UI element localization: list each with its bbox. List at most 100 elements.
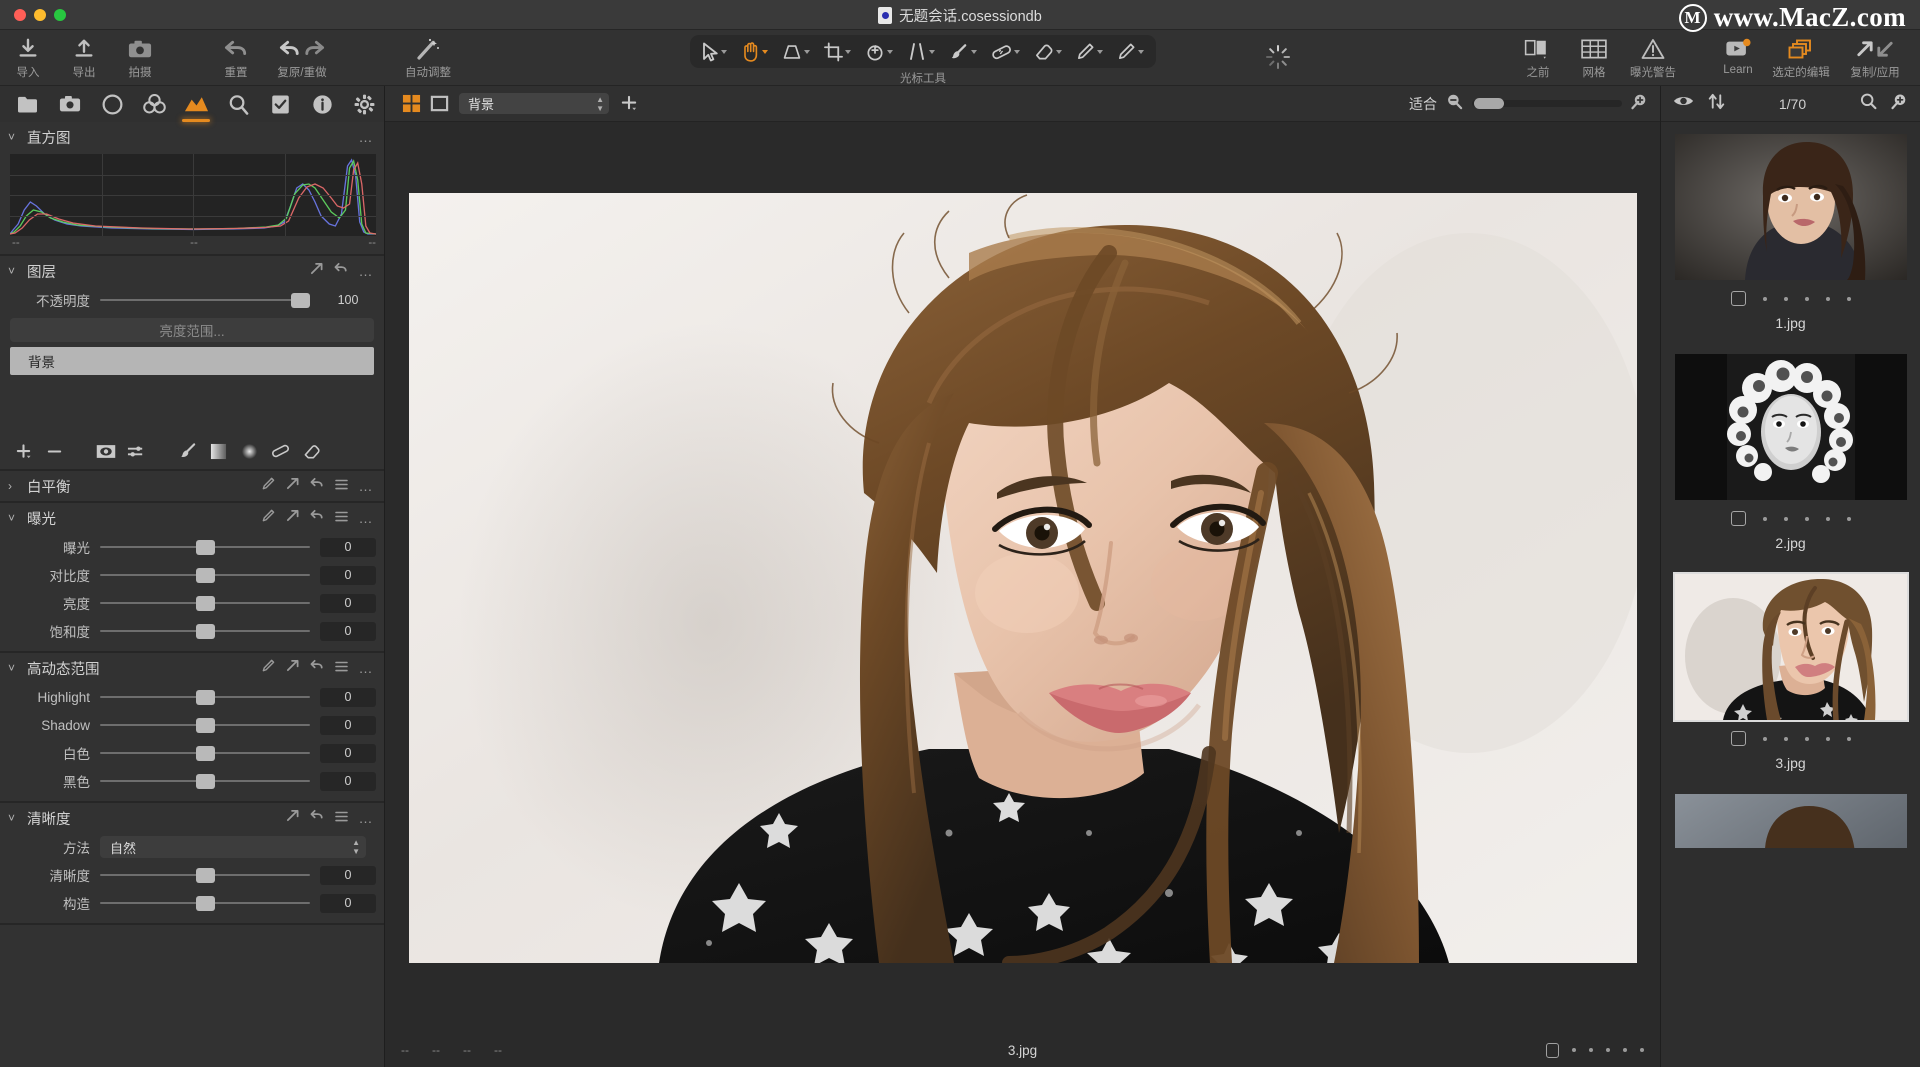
rating-star[interactable] bbox=[1846, 296, 1851, 301]
sort-updown-icon[interactable] bbox=[1708, 93, 1725, 115]
capture-button[interactable]: 拍摄 bbox=[112, 30, 168, 86]
slider-value[interactable]: 0 bbox=[320, 565, 376, 585]
lens-tab[interactable] bbox=[92, 87, 132, 121]
list-item[interactable]: 3.jpg bbox=[1661, 568, 1920, 788]
chevron-down-icon[interactable]: ˅ bbox=[8, 662, 20, 674]
list-item[interactable]: 2.jpg bbox=[1661, 348, 1920, 568]
slider-value[interactable]: 0 bbox=[320, 537, 376, 557]
rating-star[interactable] bbox=[1804, 296, 1809, 301]
more-dots-icon[interactable]: … bbox=[359, 479, 375, 493]
heal-layer-icon[interactable] bbox=[267, 437, 294, 465]
rating-star[interactable] bbox=[1825, 736, 1830, 741]
variant-select[interactable]: 背景 ▲ ▼ bbox=[459, 93, 609, 114]
add-variant-icon[interactable] bbox=[615, 90, 643, 118]
viewer-rating-group[interactable] bbox=[1546, 1042, 1644, 1058]
clarity-method-select[interactable]: 自然 ▲ ▼ bbox=[100, 836, 366, 858]
saturation-slider[interactable] bbox=[100, 621, 310, 641]
grid-button[interactable]: 网格 bbox=[1566, 30, 1622, 86]
cursor-tool-draw[interactable] bbox=[1110, 37, 1151, 67]
chevron-down-icon[interactable] bbox=[1014, 49, 1020, 54]
invert-mask-icon[interactable] bbox=[123, 437, 150, 465]
rating-star[interactable] bbox=[1572, 1048, 1576, 1052]
rating-star[interactable] bbox=[1846, 736, 1851, 741]
rating-star[interactable] bbox=[1804, 736, 1809, 741]
slider-value[interactable]: 0 bbox=[320, 893, 376, 913]
undo-arrow-icon[interactable] bbox=[310, 477, 324, 495]
image-viewer[interactable] bbox=[385, 122, 1660, 1033]
rating-star[interactable] bbox=[1825, 516, 1830, 521]
learn-button[interactable]: Learn bbox=[1712, 30, 1764, 86]
black-slider[interactable] bbox=[100, 771, 310, 791]
details-tab[interactable] bbox=[218, 87, 258, 121]
chevron-down-icon[interactable] bbox=[845, 49, 851, 54]
cursor-tool-crop[interactable] bbox=[817, 37, 858, 67]
cursor-tool-pan[interactable] bbox=[734, 37, 775, 67]
chevron-right-icon[interactable]: › bbox=[8, 480, 20, 492]
rating-star[interactable] bbox=[1589, 1048, 1593, 1052]
eye-icon[interactable] bbox=[1673, 94, 1694, 113]
list-item[interactable] bbox=[1661, 788, 1920, 848]
undo-arrow-icon[interactable] bbox=[310, 509, 324, 527]
white-slider[interactable] bbox=[100, 743, 310, 763]
exposure-tab[interactable] bbox=[176, 87, 216, 122]
menu-lines-icon[interactable] bbox=[334, 477, 348, 495]
before-after-button[interactable]: 之前 bbox=[1510, 30, 1566, 86]
cursor-tool-pen[interactable] bbox=[1069, 37, 1110, 67]
export-button[interactable]: 导出 bbox=[56, 30, 112, 86]
rating-star[interactable] bbox=[1623, 1048, 1627, 1052]
brightness-slider[interactable] bbox=[100, 593, 310, 613]
undo-arrow-icon[interactable] bbox=[334, 262, 348, 280]
list-item[interactable]: 1.jpg bbox=[1661, 128, 1920, 348]
rating-star[interactable] bbox=[1640, 1048, 1644, 1052]
more-dots-icon[interactable]: … bbox=[359, 511, 375, 525]
adjustments-tab[interactable] bbox=[260, 87, 300, 121]
thumbnail-rating-row[interactable] bbox=[1661, 731, 1920, 746]
thumbnail-rating-row[interactable] bbox=[1661, 511, 1920, 526]
rating-star[interactable] bbox=[1846, 516, 1851, 521]
library-tab[interactable] bbox=[8, 87, 48, 121]
exposure-slider[interactable] bbox=[100, 537, 310, 557]
rating-star[interactable] bbox=[1762, 736, 1767, 741]
rating-star[interactable] bbox=[1783, 516, 1788, 521]
clarity-header[interactable]: ˅ 清晰度 … bbox=[0, 803, 384, 833]
brush-tool-icon[interactable] bbox=[174, 437, 201, 465]
rating-star[interactable] bbox=[1825, 296, 1830, 301]
selected-edits-button[interactable]: 选定的编辑 bbox=[1764, 30, 1838, 86]
output-tab[interactable] bbox=[344, 87, 384, 121]
slider-value[interactable]: 0 bbox=[320, 865, 376, 885]
shadow-slider[interactable] bbox=[100, 715, 310, 735]
slider-value[interactable]: 0 bbox=[320, 621, 376, 641]
stepper-icon[interactable]: ▲ ▼ bbox=[352, 839, 360, 856]
rating-star[interactable] bbox=[1783, 736, 1788, 741]
stepper-icon[interactable]: ▲ ▼ bbox=[596, 95, 604, 112]
chevron-down-icon[interactable]: ˅ bbox=[8, 131, 20, 143]
thumbnail-image[interactable] bbox=[1674, 134, 1907, 280]
contrast-slider[interactable] bbox=[100, 565, 310, 585]
cursor-tool-heal[interactable] bbox=[984, 37, 1027, 67]
show-mask-icon[interactable] bbox=[92, 437, 119, 465]
zoom-slider[interactable] bbox=[1472, 98, 1622, 109]
cursor-tool-brush[interactable] bbox=[942, 37, 984, 67]
zoom-in-icon[interactable] bbox=[1631, 93, 1648, 115]
chevron-down-icon[interactable]: ˅ bbox=[8, 512, 20, 524]
undo-arrow-icon[interactable] bbox=[310, 809, 324, 827]
gradient-mask-icon[interactable] bbox=[205, 437, 232, 465]
opacity-value[interactable]: 100 bbox=[320, 291, 376, 310]
slider-value[interactable]: 0 bbox=[320, 743, 376, 763]
picker-icon[interactable] bbox=[261, 508, 275, 528]
zoom-out-icon[interactable] bbox=[1446, 93, 1463, 115]
hdr-header[interactable]: ˅ 高动态范围 … bbox=[0, 653, 384, 683]
cursor-tool-straighten[interactable] bbox=[900, 37, 942, 67]
thumbnail-image[interactable] bbox=[1674, 354, 1907, 500]
reset-arrow-icon[interactable] bbox=[310, 262, 323, 280]
luma-range-button[interactable]: 亮度范围... bbox=[10, 318, 374, 342]
rating-star[interactable] bbox=[1762, 516, 1767, 521]
slider-value[interactable]: 0 bbox=[320, 593, 376, 613]
slider-value[interactable]: 0 bbox=[320, 771, 376, 791]
layer-row-background[interactable]: 背景 bbox=[10, 347, 374, 375]
menu-lines-icon[interactable] bbox=[334, 809, 348, 827]
chevron-down-icon[interactable] bbox=[721, 49, 727, 54]
picker-icon[interactable] bbox=[261, 476, 275, 496]
color-tag-checkbox[interactable] bbox=[1730, 511, 1746, 526]
add-layer-icon[interactable] bbox=[10, 437, 37, 465]
